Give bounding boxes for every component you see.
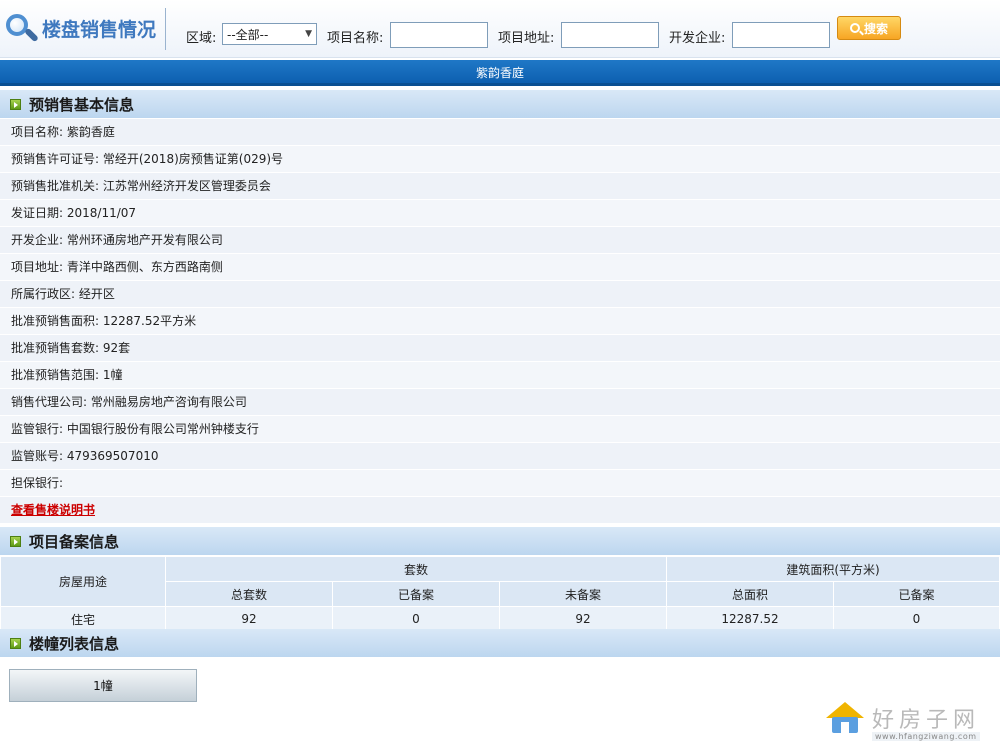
info-row-approval-authority: 预销售批准机关: 江苏常州经济开发区管理委员会	[0, 173, 1000, 200]
info-row-brochure: 查看售楼说明书	[0, 497, 1000, 524]
table-cell-use: 住宅	[0, 606, 166, 632]
info-row-project-name: 项目名称: 紫韵香庭	[0, 119, 1000, 146]
info-row-developer: 开发企业: 常州环通房地产开发有限公司	[0, 227, 1000, 254]
developer-input[interactable]	[732, 22, 830, 48]
bullet-icon	[10, 98, 21, 110]
filing-section-title: 项目备案信息	[29, 532, 120, 551]
presale-section-title: 预销售基本信息	[29, 95, 135, 114]
page-logo: 楼盘销售情况	[4, 8, 156, 48]
info-row-guarantee-bank: 担保银行:	[0, 470, 1000, 497]
watermark-url: www.hfangziwang.com	[872, 732, 980, 741]
filing-subheader-total-area: 总面积	[666, 581, 834, 607]
brochure-link[interactable]: 查看售楼说明书	[11, 503, 95, 517]
project-name-label: 项目名称:	[327, 31, 384, 46]
info-row-sales-agent: 销售代理公司: 常州融易房地产咨询有限公司	[0, 389, 1000, 416]
info-row-permit-no: 预销售许可证号: 常经开(2018)房预售证第(029)号	[0, 146, 1000, 173]
building-section-title: 楼幢列表信息	[29, 634, 120, 653]
info-row-approved-units: 批准预销售套数: 92套	[0, 335, 1000, 362]
bullet-icon	[10, 637, 21, 649]
table-cell-filed-area: 0	[833, 606, 1000, 632]
chevron-down-icon: ▼	[305, 29, 312, 39]
filing-subheader-filed-area: 已备案	[833, 581, 1000, 607]
info-row-approved-scope: 批准预销售范围: 1幢	[0, 362, 1000, 389]
presale-section-header: 预销售基本信息	[0, 90, 1000, 118]
table-cell-total-units: 92	[165, 606, 333, 632]
magnifier-icon	[4, 10, 40, 46]
building-section-header: 楼幢列表信息	[0, 629, 1000, 657]
search-button[interactable]: 搜索	[837, 16, 901, 40]
district-label: 区域:	[186, 31, 217, 46]
search-header: 楼盘销售情况 区域: --全部-- ▼ 项目名称: 项目地址: 开发企业: 搜索	[0, 0, 1000, 58]
search-button-label: 搜索	[863, 21, 888, 36]
district-select[interactable]: --全部-- ▼	[222, 23, 317, 45]
info-row-supervised-account: 监管账号: 479369507010	[0, 443, 1000, 470]
info-row-district: 所属行政区: 经开区	[0, 281, 1000, 308]
district-selected-value: --全部--	[227, 27, 269, 42]
filing-table: 房屋用途 套数 建筑面积(平方米) 总套数 已备案 未备案 总面积 已备案 住宅…	[0, 556, 1000, 632]
watermark-brand: 好房子网	[872, 708, 981, 733]
filing-subheader-unfiled-units: 未备案	[499, 581, 667, 607]
info-row-address: 项目地址: 青洋中路西侧、东方西路南侧	[0, 254, 1000, 281]
table-cell-filed-units: 0	[332, 606, 500, 632]
filing-header-area: 建筑面积(平方米)	[666, 556, 1000, 582]
filing-section-header: 项目备案信息	[0, 527, 1000, 555]
site-watermark: 好房子网 www.hfangziwang.com	[822, 700, 992, 744]
project-address-label: 项目地址:	[498, 31, 555, 46]
info-row-approved-area: 批准预销售面积: 12287.52平方米	[0, 308, 1000, 335]
info-row-issue-date: 发证日期: 2018/11/07	[0, 200, 1000, 227]
filing-subheader-filed-units: 已备案	[332, 581, 500, 607]
developer-label: 开发企业:	[669, 31, 726, 46]
building-button-1[interactable]: 1幢	[9, 669, 197, 702]
filing-header-units: 套数	[165, 556, 667, 582]
bullet-icon	[10, 535, 21, 547]
page-title: 楼盘销售情况	[42, 18, 157, 41]
table-cell-unfiled-units: 92	[499, 606, 667, 632]
header-divider	[165, 8, 166, 50]
project-address-input[interactable]	[561, 22, 659, 48]
table-cell-total-area: 12287.52	[666, 606, 834, 632]
table-row: 住宅 92 0 92 12287.52 0	[0, 606, 1000, 632]
house-logo-icon	[822, 702, 868, 736]
search-icon	[849, 23, 860, 33]
filing-header-use: 房屋用途	[0, 556, 166, 607]
project-title-bar: 紫韵香庭	[0, 60, 1000, 86]
project-name-input[interactable]	[390, 22, 488, 48]
info-row-supervising-bank: 监管银行: 中国银行股份有限公司常州钟楼支行	[0, 416, 1000, 443]
filing-subheader-total-units: 总套数	[165, 581, 333, 607]
